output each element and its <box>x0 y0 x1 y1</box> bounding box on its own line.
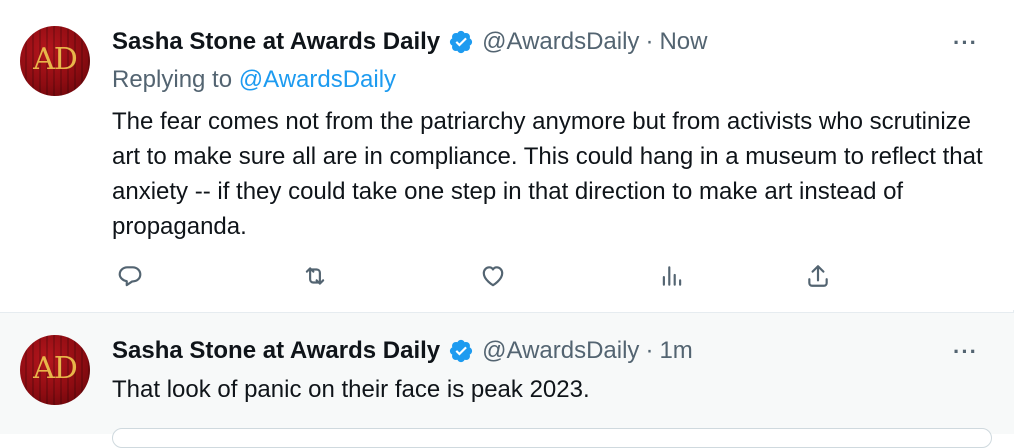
tweet-header: Sasha Stone at Awards Daily @AwardsDaily… <box>112 337 693 365</box>
timestamp[interactable]: 1m <box>659 337 692 365</box>
tweet-header: Sasha Stone at Awards Daily @AwardsDaily… <box>112 28 707 56</box>
views-button[interactable] <box>652 256 692 296</box>
views-icon <box>662 266 682 286</box>
tweet-text: The fear comes not from the patriarchy a… <box>112 108 983 240</box>
author-name[interactable]: Sasha Stone at Awards Daily <box>112 337 440 365</box>
avatar[interactable]: AD <box>20 26 90 96</box>
reply-composer[interactable] <box>112 428 992 448</box>
verified-badge-icon[interactable] <box>448 338 474 364</box>
like-icon <box>482 266 504 287</box>
timestamp[interactable]: Now <box>659 28 707 56</box>
tweet-text: That look of panic on their face is peak… <box>112 376 590 403</box>
retweet-button[interactable] <box>295 256 335 296</box>
timeline: AD Sasha Stone at Awards Daily @AwardsDa… <box>0 0 1014 448</box>
author-name[interactable]: Sasha Stone at Awards Daily <box>112 28 440 56</box>
header-separator: · <box>645 28 654 55</box>
tweet-actions <box>0 256 1014 296</box>
reply-button[interactable] <box>110 256 150 296</box>
author-handle[interactable]: @AwardsDaily <box>482 337 639 365</box>
tweet[interactable]: AD Sasha Stone at Awards Daily @AwardsDa… <box>0 0 1014 310</box>
share-button[interactable] <box>798 256 838 296</box>
replying-to: Replying to @AwardsDaily <box>112 66 396 94</box>
replying-to-mention[interactable]: @AwardsDaily <box>239 66 396 93</box>
reply-icon <box>118 266 142 287</box>
like-button[interactable] <box>473 256 513 296</box>
avatar-monogram: AD <box>33 42 78 77</box>
verified-badge-icon[interactable] <box>448 29 474 55</box>
header-separator: · <box>645 337 654 364</box>
more-icon[interactable]: ··· <box>953 30 978 56</box>
replying-to-label: Replying to <box>112 66 233 93</box>
avatar[interactable]: AD <box>20 335 90 405</box>
author-handle[interactable]: @AwardsDaily <box>482 28 639 56</box>
avatar-monogram: AD <box>33 351 78 386</box>
retweet-icon <box>305 267 325 285</box>
more-icon[interactable]: ··· <box>953 339 978 365</box>
tweet[interactable]: AD Sasha Stone at Awards Daily @AwardsDa… <box>0 312 1014 434</box>
share-icon <box>808 265 828 287</box>
